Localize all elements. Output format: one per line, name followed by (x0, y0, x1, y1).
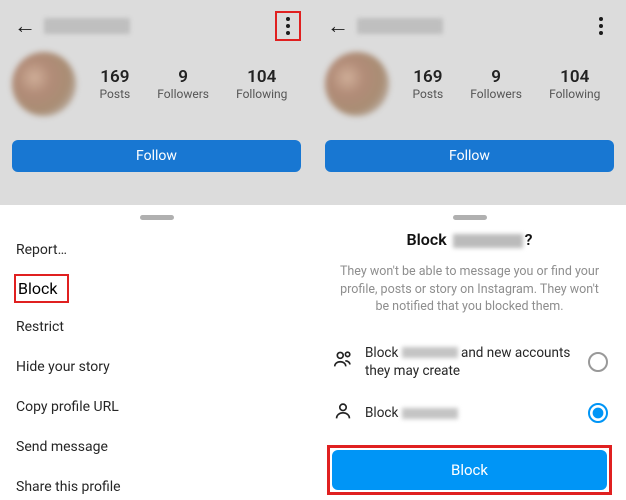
menu-item-restrict[interactable]: Restrict (14, 307, 299, 347)
follow-button[interactable]: Follow (325, 140, 614, 172)
stat-posts-value: 169 (100, 67, 131, 87)
stat-posts[interactable]: 169 Posts (100, 67, 131, 101)
stat-following-label: Following (549, 87, 600, 101)
block-option-all-accounts[interactable]: Block and new accounts they may create (327, 334, 612, 390)
radio-unselected[interactable] (588, 352, 608, 372)
option-text: Block (365, 404, 578, 422)
follow-button[interactable]: Follow (12, 140, 301, 172)
right-panel: ← 169 Posts 9 Followers 104 Foll (313, 0, 626, 500)
menu-list: Report… Block Restrict Hide your story C… (14, 230, 299, 500)
stat-following-value: 104 (549, 67, 600, 87)
menu-item-report[interactable]: Report… (14, 230, 299, 270)
title-prefix: Block (406, 230, 450, 249)
back-icon[interactable]: ← (12, 11, 38, 41)
stat-posts[interactable]: 169 Posts (413, 67, 444, 101)
left-panel: ← 169 Posts 9 Followers 104 Foll (0, 0, 313, 500)
stat-posts-value: 169 (413, 67, 444, 87)
person-icon (331, 400, 355, 427)
avatar (325, 52, 389, 116)
drag-handle[interactable] (453, 215, 487, 220)
more-options-button[interactable] (275, 11, 301, 41)
profile-header-dimmed: ← 169 Posts 9 Followers 104 Foll (313, 0, 626, 205)
menu-item-share-profile[interactable]: Share this profile (14, 467, 299, 500)
stat-followers[interactable]: 9 Followers (470, 67, 522, 101)
dialog-title: Block ? (327, 230, 612, 249)
stats-bar: 169 Posts 9 Followers 104 Following (399, 67, 614, 101)
profile-header-dimmed: ← 169 Posts 9 Followers 104 Foll (0, 0, 313, 205)
option-text: Block and new accounts they may create (365, 344, 578, 380)
block-dialog: Block ? They won't be able to message yo… (313, 205, 626, 500)
dialog-description: They won't be able to message you or fin… (327, 263, 612, 334)
opt1-username-redacted (402, 347, 458, 358)
follow-button-label: Follow (449, 148, 490, 164)
radio-selected[interactable] (588, 403, 608, 423)
avatar (12, 52, 76, 116)
follow-button-label: Follow (136, 148, 177, 164)
stats-bar: 169 Posts 9 Followers 104 Following (86, 67, 301, 101)
top-bar: ← (12, 0, 301, 44)
people-icon (331, 348, 355, 375)
profile-info-row: 169 Posts 9 Followers 104 Following (12, 52, 301, 116)
stat-following-label: Following (236, 87, 287, 101)
stat-followers-value: 9 (470, 67, 522, 87)
stat-posts-label: Posts (413, 87, 444, 101)
opt2-username-redacted (402, 408, 458, 419)
top-bar: ← (325, 0, 614, 44)
username-redacted (357, 18, 443, 34)
opt2-prefix: Block (365, 405, 402, 421)
stat-following[interactable]: 104 Following (549, 67, 600, 101)
block-option-single-account[interactable]: Block (327, 390, 612, 437)
title-username-redacted (453, 234, 523, 248)
back-icon[interactable]: ← (325, 11, 351, 41)
block-confirm-label: Block (451, 461, 488, 479)
username-redacted (44, 18, 130, 34)
menu-item-block[interactable]: Block (14, 270, 299, 307)
opt1-prefix: Block (365, 345, 402, 361)
title-suffix: ? (525, 230, 533, 249)
stat-posts-label: Posts (100, 87, 131, 101)
block-highlight: Block (14, 274, 69, 303)
stat-followers-label: Followers (470, 87, 522, 101)
more-options-button[interactable] (588, 11, 614, 41)
drag-handle[interactable] (140, 215, 174, 220)
confirm-highlight: Block (327, 445, 612, 495)
menu-item-copy-url[interactable]: Copy profile URL (14, 387, 299, 427)
stat-following-value: 104 (236, 67, 287, 87)
stat-followers[interactable]: 9 Followers (157, 67, 209, 101)
action-sheet: Report… Block Restrict Hide your story C… (0, 205, 313, 500)
menu-item-send-message[interactable]: Send message (14, 427, 299, 467)
stat-followers-label: Followers (157, 87, 209, 101)
block-confirm-button[interactable]: Block (332, 450, 607, 490)
profile-info-row: 169 Posts 9 Followers 104 Following (325, 52, 614, 116)
stat-followers-value: 9 (157, 67, 209, 87)
menu-item-hide-story[interactable]: Hide your story (14, 347, 299, 387)
stat-following[interactable]: 104 Following (236, 67, 287, 101)
